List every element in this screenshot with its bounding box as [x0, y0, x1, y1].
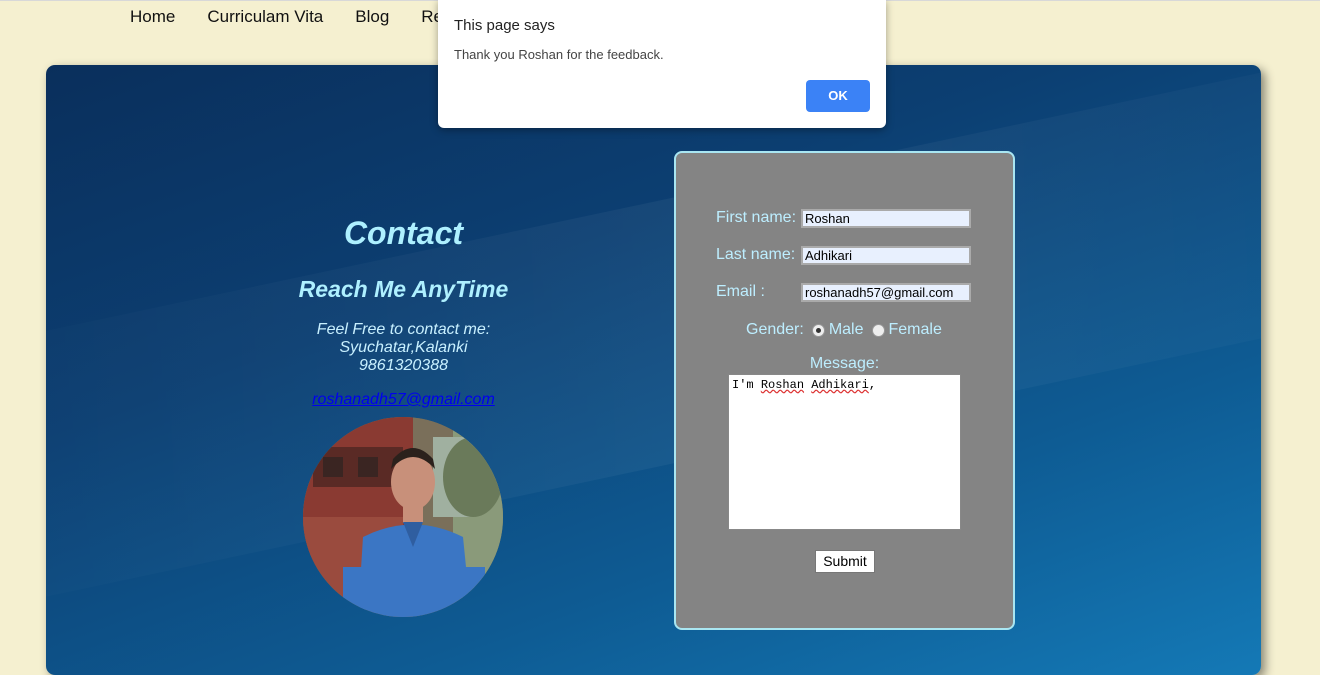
message-text-post: ,: [868, 378, 877, 392]
contact-title: Contact: [343, 215, 464, 251]
dialog-title: This page says: [454, 17, 555, 34]
message-textarea[interactable]: I'm Roshan Adhikari,: [728, 374, 961, 530]
contact-subtitle: Reach Me AnyTime: [298, 276, 509, 302]
contact-panel: Contact Reach Me AnyTime Feel Free to co…: [46, 65, 1261, 675]
dialog-message: Thank you Roshan for the feedback.: [454, 47, 664, 62]
message-label: Message:: [809, 355, 880, 372]
message-text-pre: I'm: [732, 378, 761, 392]
nav-curriculam-vita[interactable]: Curriculam Vita: [207, 7, 323, 27]
ok-button[interactable]: OK: [806, 80, 870, 112]
message-word-2: Adhikari: [811, 378, 869, 392]
message-word-1: Roshan: [760, 378, 805, 392]
female-radio[interactable]: [871, 323, 885, 337]
avatar-photo: [303, 417, 503, 617]
submit-button[interactable]: Submit: [815, 550, 875, 573]
email-input[interactable]: roshanadh57@gmail.com: [801, 283, 971, 302]
feedback-form: First name: Roshan Last name: Adhikari E…: [674, 151, 1015, 630]
nav-blog[interactable]: Blog: [355, 7, 389, 27]
contact-details: Feel Free to contact me: Syuchatar,Kalan…: [296, 321, 511, 375]
contact-info: Contact Reach Me AnyTime Feel Free to co…: [296, 215, 511, 409]
contact-line1: Feel Free to contact me:: [316, 321, 491, 338]
first-name-input[interactable]: Roshan: [801, 209, 971, 228]
avatar: [303, 417, 503, 617]
email-label: Email :: [716, 283, 765, 300]
gender-label: Gender:: [746, 321, 804, 338]
female-label: Female: [888, 321, 942, 338]
contact-phone: 9861320388: [359, 357, 448, 374]
last-name-label: Last name:: [716, 246, 796, 263]
main-nav: Home Curriculam Vita Blog Re: [130, 7, 475, 27]
first-name-label: First name:: [716, 209, 797, 226]
nav-home[interactable]: Home: [130, 7, 175, 27]
gender-group: Gender: Male Female: [746, 321, 942, 339]
contact-address: Syuchatar,Kalanki: [339, 339, 468, 356]
male-radio[interactable]: [811, 323, 825, 337]
contact-email-link[interactable]: roshanadh57@gmail.com: [296, 391, 511, 409]
male-label: Male: [828, 321, 864, 338]
last-name-input[interactable]: Adhikari: [801, 246, 971, 265]
alert-dialog: This page says Thank you Roshan for the …: [438, 0, 886, 128]
